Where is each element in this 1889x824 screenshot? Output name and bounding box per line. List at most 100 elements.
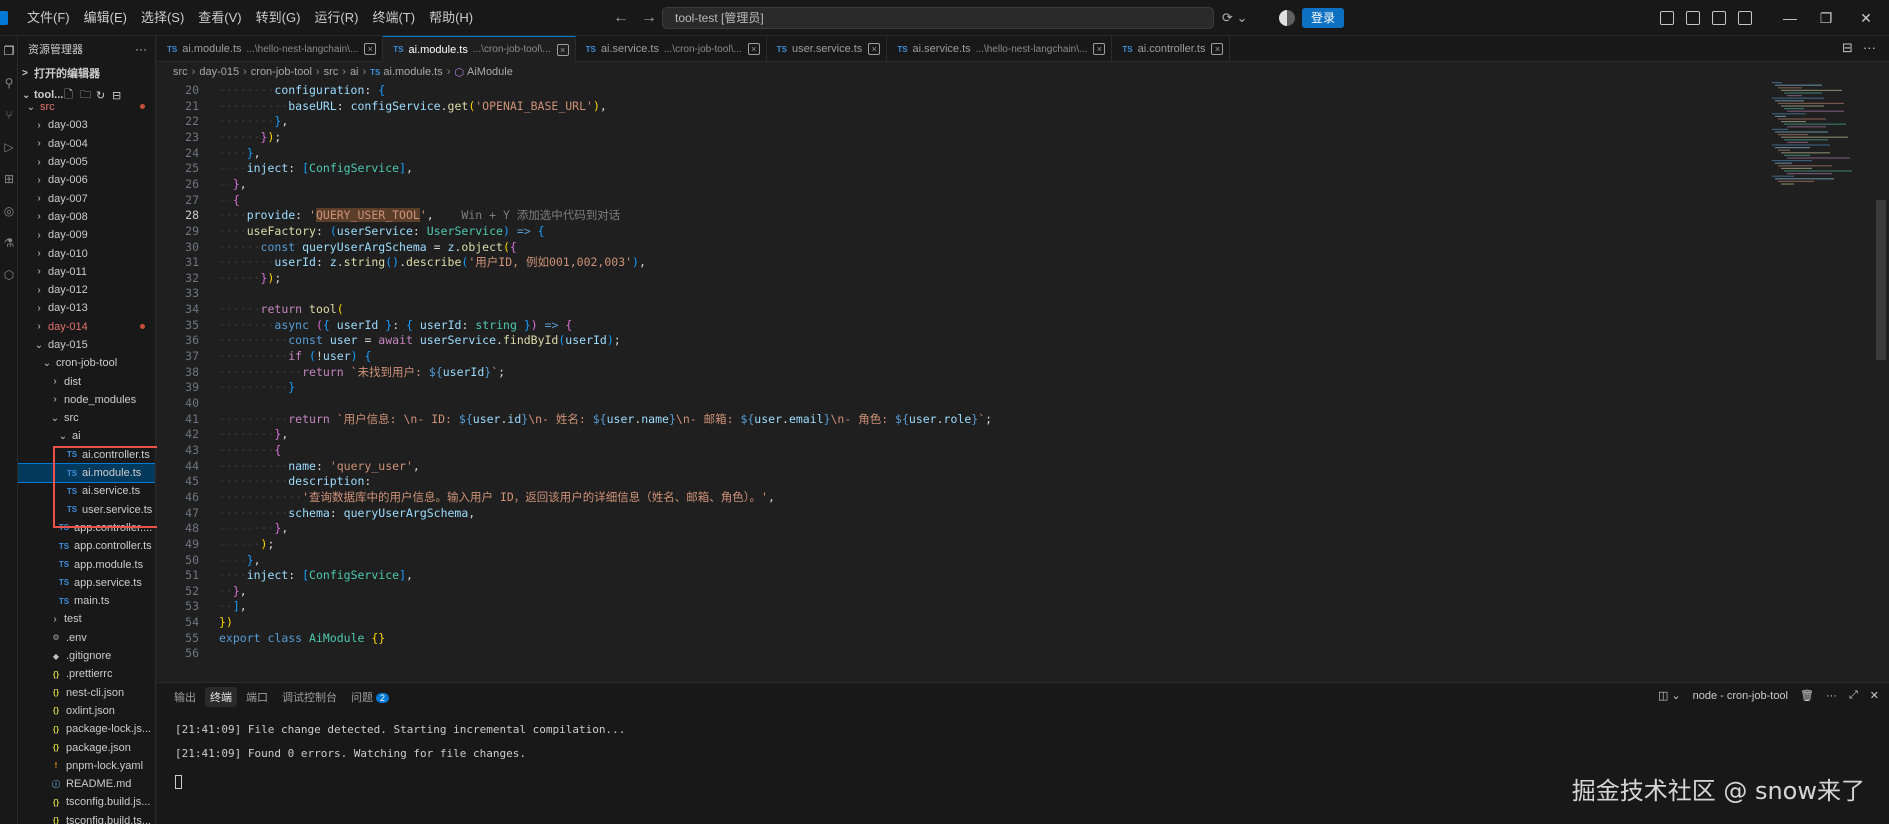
code-line[interactable]: 41 ··········return `用户信息: \n- ID: ${user…: [157, 411, 1857, 427]
tree-item[interactable]: ⌄ src: [18, 409, 155, 427]
toggle-primary-sidebar-icon[interactable]: [1660, 11, 1674, 25]
tree-item[interactable]: › test: [18, 610, 155, 628]
close-tab-icon[interactable]: ×: [868, 43, 881, 55]
code-line[interactable]: 51 ····inject: [ConfigService],: [157, 567, 1857, 583]
code-line[interactable]: 34 ······return tool(: [157, 301, 1857, 317]
code-line[interactable]: 50 ····},: [157, 552, 1857, 568]
tree-item[interactable]: ⌄ cron-job-tool: [18, 354, 155, 372]
tree-item[interactable]: ⌄ src: [18, 98, 155, 116]
back-arrow-icon[interactable]: ←: [612, 9, 630, 27]
code-line[interactable]: 36 ··········const user = await userServi…: [157, 332, 1857, 348]
tree-item[interactable]: ! pnpm-lock.yaml: [18, 757, 155, 775]
code-line[interactable]: 26 ··},: [157, 176, 1857, 192]
tree-item[interactable]: TS app.service.ts: [18, 574, 155, 592]
code-line[interactable]: 46 ············'查询数据库中的用户信息。输入用户 ID，返回该用户…: [157, 489, 1857, 505]
open-editors-section[interactable]: > 打开的编辑器: [18, 62, 155, 84]
customize-layout-icon[interactable]: [1686, 11, 1700, 25]
code-line[interactable]: 40: [157, 395, 1857, 411]
docker-icon[interactable]: ⬡: [2, 268, 16, 282]
menu-item[interactable]: 选择(S): [134, 0, 191, 36]
code-line[interactable]: 45 ··········description:: [157, 473, 1857, 489]
code-line[interactable]: 37 ··········if (!user) {: [157, 348, 1857, 364]
code-line[interactable]: 56: [157, 645, 1857, 661]
breadcrumb-item[interactable]: cron-job-tool: [251, 66, 312, 78]
tree-item[interactable]: › node_modules: [18, 391, 155, 409]
code-line[interactable]: 44 ··········name: 'query_user',: [157, 458, 1857, 474]
code-line[interactable]: 35 ········async ({ userId }: { userId: s…: [157, 317, 1857, 333]
code-line[interactable]: 33: [157, 285, 1857, 301]
kill-terminal-icon[interactable]: 🗑: [1800, 689, 1814, 702]
panel-tab[interactable]: 问题 2: [346, 687, 394, 707]
tree-item[interactable]: TS main.ts: [18, 592, 155, 610]
code-line[interactable]: 20 ········configuration: {: [157, 82, 1857, 98]
panel-tab[interactable]: 调试控制台: [277, 687, 342, 707]
code-line[interactable]: 38 ············return `未找到用户: ${userId}`;: [157, 364, 1857, 380]
editor-tab[interactable]: TS user.service.ts ×: [767, 36, 888, 62]
tree-item[interactable]: › day-012: [18, 281, 155, 299]
code-line[interactable]: 48 ········},: [157, 520, 1857, 536]
tree-item[interactable]: {} package-lock.js...: [18, 720, 155, 738]
menu-item[interactable]: 运行(R): [307, 0, 365, 36]
code-line[interactable]: 47 ··········schema: queryUserArgSchema,: [157, 505, 1857, 521]
more-actions-icon[interactable]: ···: [1826, 690, 1837, 702]
source-control-icon[interactable]: ⑂: [2, 108, 16, 122]
breadcrumb-item[interactable]: ai.module.ts: [383, 66, 442, 78]
tree-item[interactable]: {} nest-cli.json: [18, 684, 155, 702]
code-line[interactable]: 49 ······);: [157, 536, 1857, 552]
close-tab-icon[interactable]: ×: [1211, 43, 1224, 55]
search-icon[interactable]: ⚲: [2, 76, 16, 90]
tree-item[interactable]: ◆ .gitignore: [18, 647, 155, 665]
tree-item[interactable]: TS app.controller....: [18, 519, 155, 537]
code-line[interactable]: 30 ······const queryUserArgSchema = z.obj…: [157, 239, 1857, 255]
code-line[interactable]: 27 ··{: [157, 192, 1857, 208]
terminal-name[interactable]: node - cron-job-tool: [1693, 690, 1788, 702]
tree-item[interactable]: TS ai.service.ts: [18, 482, 155, 500]
tree-item[interactable]: › day-005: [18, 153, 155, 171]
extensions-icon[interactable]: ⊞: [2, 172, 16, 186]
minimap[interactable]: [1768, 82, 1868, 192]
split-terminal-icon[interactable]: ◫ ⌄: [1658, 689, 1681, 702]
tree-item[interactable]: › day-013: [18, 299, 155, 317]
tree-item[interactable]: {} oxlint.json: [18, 702, 155, 720]
code-line[interactable]: 22 ········},: [157, 113, 1857, 129]
code-line[interactable]: 29 ····useFactory: (userService: UserServ…: [157, 223, 1857, 239]
tree-item[interactable]: › day-007: [18, 189, 155, 207]
run-debug-icon[interactable]: ▷: [2, 140, 16, 154]
more-actions-icon[interactable]: ···: [135, 42, 147, 56]
breadcrumb-item[interactable]: src: [324, 66, 339, 78]
panel-tab[interactable]: 输出: [169, 687, 201, 707]
tree-item[interactable]: › day-006: [18, 171, 155, 189]
menu-item[interactable]: 终端(T): [365, 0, 422, 36]
code-line[interactable]: 24 ····},: [157, 145, 1857, 161]
menu-item[interactable]: 帮助(H): [422, 0, 480, 36]
login-button[interactable]: 登录: [1302, 8, 1344, 28]
code-line[interactable]: 52 ··},: [157, 583, 1857, 599]
tree-item[interactable]: TS app.module.ts: [18, 555, 155, 573]
maximize-panel-icon[interactable]: ⤢: [1849, 689, 1858, 702]
tree-item[interactable]: TS ai.controller.ts: [18, 446, 155, 464]
restore-icon[interactable]: ❐: [1816, 8, 1836, 28]
code-line[interactable]: 21 ··········baseURL: configService.get('…: [157, 98, 1857, 114]
code-line[interactable]: 28 ····provide: 'QUERY_USER_TOOL', Win + …: [157, 207, 1857, 223]
close-panel-icon[interactable]: ✕: [1870, 689, 1879, 702]
breadcrumb-item[interactable]: AiModule: [467, 66, 513, 78]
close-tab-icon[interactable]: ×: [1093, 43, 1106, 55]
code-line[interactable]: 54}): [157, 614, 1857, 630]
split-editor-icon[interactable]: ⊟: [1842, 40, 1853, 56]
testing-icon[interactable]: ⚗: [2, 236, 16, 250]
close-tab-icon[interactable]: ×: [364, 43, 377, 55]
code-line[interactable]: 23 ······});: [157, 129, 1857, 145]
tree-item[interactable]: ⚙ .env: [18, 629, 155, 647]
close-tab-icon[interactable]: ×: [556, 43, 569, 56]
code-line[interactable]: 42 ········},: [157, 426, 1857, 442]
explorer-icon[interactable]: ❐: [2, 44, 16, 58]
breadcrumb-item[interactable]: ai: [350, 66, 359, 78]
panel-tab[interactable]: 端口: [241, 687, 273, 707]
menu-item[interactable]: 查看(V): [191, 0, 248, 36]
tree-item[interactable]: ⌄ ai: [18, 427, 155, 445]
breadcrumb-item[interactable]: src: [173, 66, 188, 78]
editor-tab[interactable]: TS ai.service.ts ...\cron-job-tool\... ×: [576, 36, 767, 62]
tree-item[interactable]: › day-003: [18, 116, 155, 134]
tree-item[interactable]: TS app.controller.ts: [18, 537, 155, 555]
copilot-chat-icon[interactable]: ⟳ ⌄: [1222, 8, 1262, 28]
